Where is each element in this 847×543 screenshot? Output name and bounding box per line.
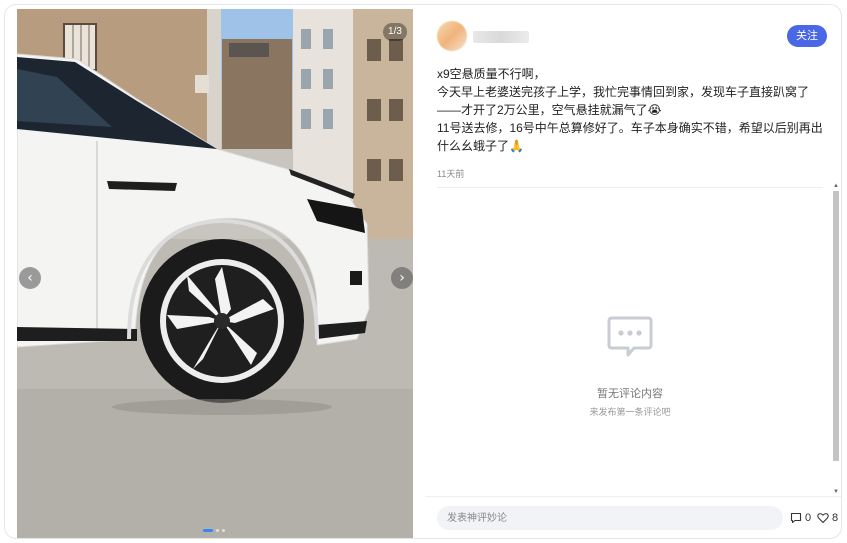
post-detail-card: 1/3 ‹ › 关注 x9空悬质量不行啊， 今天早上老婆送完孩子上学，我忙完事情… [4, 4, 842, 539]
carousel-dot[interactable] [222, 529, 225, 532]
like-count: 8 [832, 512, 839, 524]
empty-comments: 暂无评论内容 来发布第一条评论吧 [437, 313, 823, 418]
scroll-up-icon[interactable]: ▲ [832, 182, 840, 190]
next-image-button[interactable]: › [391, 267, 413, 289]
post-panel: 关注 x9空悬质量不行啊， 今天早上老婆送完孩子上学，我忙完事情回到家，发现车子… [425, 5, 841, 538]
carousel-indicator [203, 529, 225, 532]
scroll-down-icon[interactable]: ▼ [832, 488, 840, 496]
empty-comments-title: 暂无评论内容 [597, 388, 663, 400]
follow-button[interactable]: 关注 [787, 25, 827, 47]
comment-icon [790, 512, 802, 524]
post-title: x9空悬质量不行啊， [437, 67, 546, 81]
post-scroll-area[interactable]: x9空悬质量不行啊， 今天早上老婆送完孩子上学，我忙完事情回到家，发现车子直接趴… [437, 65, 823, 495]
carousel-dot[interactable] [216, 529, 219, 532]
comment-count: 0 [805, 512, 812, 524]
avatar[interactable] [437, 21, 467, 51]
post-photo [17, 9, 413, 538]
scrollbar[interactable]: ▲ ▼ [832, 182, 840, 496]
comment-input[interactable] [437, 506, 783, 530]
like-button[interactable]: 8 [817, 511, 838, 525]
comment-count-button[interactable]: 0 [790, 511, 811, 525]
post-paragraph: 今天早上老婆送完孩子上学，我忙完事情回到家，发现车子直接趴窝了——才开了2万公里… [437, 85, 810, 117]
image-carousel[interactable]: 1/3 ‹ › [17, 9, 413, 538]
post-paragraph: 11号送去修，16号中午总算修好了。车子本身确实不错，希望以后别再出什么幺蛾子了… [437, 121, 823, 153]
comment-bubble-icon [607, 316, 653, 357]
divider [437, 187, 823, 188]
previous-image-button[interactable]: ‹ [19, 267, 41, 289]
carousel-dot[interactable] [203, 529, 213, 532]
author-name[interactable] [473, 31, 529, 43]
post-body: 今天早上老婆送完孩子上学，我忙完事情回到家，发现车子直接趴窝了——才开了2万公里… [437, 83, 823, 155]
post-timestamp: 11天前 [437, 169, 465, 179]
image-counter: 1/3 [383, 23, 407, 41]
chevron-right-icon: › [399, 270, 405, 286]
scrollbar-thumb[interactable] [833, 191, 839, 461]
heart-icon [817, 513, 829, 524]
chevron-left-icon: ‹ [27, 270, 33, 286]
comment-bar: 0 8 [425, 496, 841, 538]
empty-comments-subtitle: 来发布第一条评论吧 [589, 407, 671, 417]
author-header: 关注 [437, 21, 831, 55]
